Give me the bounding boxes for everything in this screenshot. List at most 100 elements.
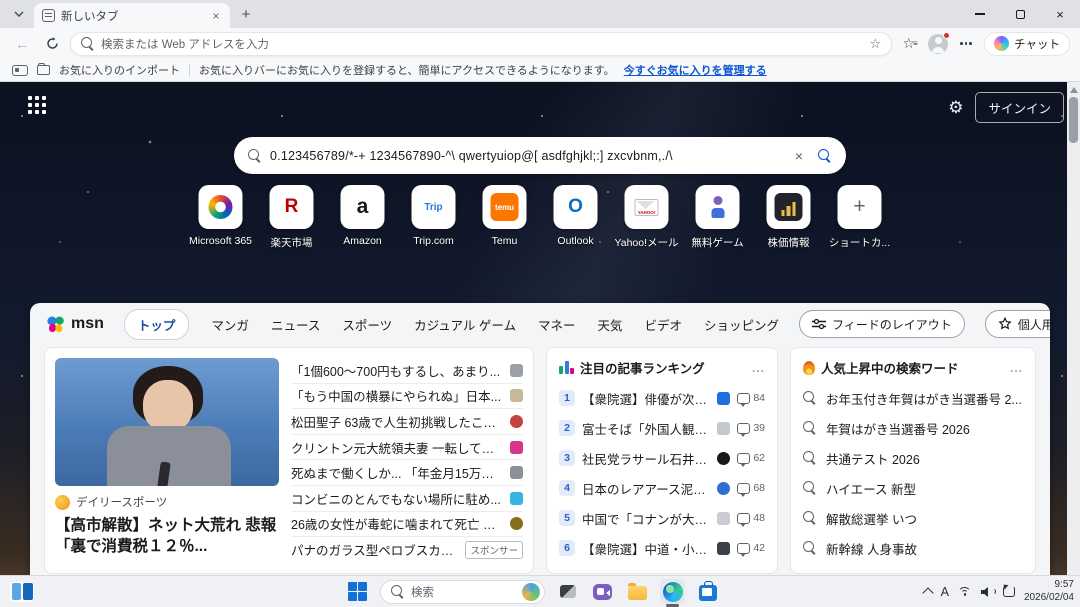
start-button[interactable] bbox=[345, 579, 370, 604]
quick-link-tripcom[interactable]: Trip Trip.com bbox=[401, 185, 467, 250]
search-highlight-icon[interactable] bbox=[522, 583, 540, 601]
manage-favorites-link[interactable]: 今すぐお気に入りを管理する bbox=[624, 62, 767, 78]
chat-button[interactable] bbox=[590, 579, 615, 604]
headline-item[interactable]: 松田聖子 63歳で人生初挑戦したこと ... bbox=[291, 409, 523, 435]
trending-item[interactable]: 共通テスト 2026 bbox=[803, 443, 1023, 473]
minimize-button[interactable] bbox=[960, 0, 1000, 28]
tab-money[interactable]: マネー bbox=[538, 315, 576, 334]
comment-icon bbox=[737, 483, 750, 494]
headline-item[interactable]: 「もう中国の横暴にやられぬ」日本... bbox=[291, 384, 523, 410]
search-submit-icon[interactable] bbox=[818, 149, 832, 163]
ranking-item[interactable]: 4日本のレアアース泥採...68 bbox=[559, 473, 765, 503]
ranking-item[interactable]: 2富士そば「外国人観光...39 bbox=[559, 413, 765, 443]
quick-link-outlook[interactable]: O Outlook bbox=[543, 185, 609, 250]
quick-link-amazon[interactable]: a Amazon bbox=[330, 185, 396, 250]
tab-manga[interactable]: マンガ bbox=[211, 315, 249, 334]
trending-item[interactable]: 新幹線 人身事故 bbox=[803, 533, 1023, 563]
settings-menu-icon[interactable] bbox=[954, 32, 978, 56]
quick-link-add-shortcut[interactable]: + ショートカ... bbox=[827, 185, 893, 250]
feed-columns: デイリースポーツ 【高市解散】ネット大荒れ 悲報「裏で消費税１２％... 「1個… bbox=[30, 345, 1050, 574]
apps-grid-icon[interactable] bbox=[28, 96, 50, 118]
clear-search-icon[interactable]: × bbox=[788, 148, 810, 164]
more-menu-icon[interactable]: ... bbox=[752, 361, 765, 375]
tab-news[interactable]: ニュース bbox=[271, 315, 320, 334]
new-tab-button[interactable]: + bbox=[234, 3, 258, 25]
tab-casual-games[interactable]: カジュアル ゲーム bbox=[414, 315, 516, 334]
source-favicon bbox=[510, 517, 523, 530]
quick-link-temu[interactable]: temu Temu bbox=[472, 185, 538, 250]
notification-dot bbox=[943, 32, 950, 39]
quick-link-stocks[interactable]: 株価情報 bbox=[756, 185, 822, 250]
source-favicon bbox=[510, 415, 523, 428]
volume-icon[interactable] bbox=[981, 587, 994, 597]
page-settings-gear-icon[interactable]: ⚙ bbox=[948, 99, 963, 116]
refresh-button[interactable] bbox=[40, 32, 64, 56]
back-button[interactable]: ← bbox=[10, 32, 34, 56]
headline-item[interactable]: コンビニのとんでもない場所に駐め... bbox=[291, 486, 523, 512]
edge-button-active[interactable] bbox=[660, 579, 685, 604]
bing-search-box[interactable]: 0.123456789/*-+ 1234567890-^\ qwertyuiop… bbox=[234, 137, 846, 174]
copilot-chat-button[interactable]: チャット bbox=[984, 32, 1070, 56]
scrollbar-thumb[interactable] bbox=[1069, 97, 1078, 143]
wifi-icon[interactable] bbox=[958, 587, 972, 597]
file-explorer-button[interactable] bbox=[625, 579, 650, 604]
sign-in-button[interactable]: サインイン bbox=[975, 92, 1064, 123]
quick-link-free-games[interactable]: 無料ゲーム bbox=[685, 185, 751, 250]
tab-search-chevron-icon[interactable] bbox=[6, 3, 32, 25]
source-logo-icon bbox=[55, 495, 70, 510]
scrollbar-up-arrow[interactable] bbox=[1070, 87, 1078, 93]
headline-item[interactable]: 死ぬまで働くしか... 「年金月15万円... bbox=[291, 460, 523, 486]
hidden-icons-chevron[interactable] bbox=[922, 587, 933, 598]
story-headline[interactable]: 【高市解散】ネット大荒れ 悲報「裏で消費税１２％... bbox=[55, 516, 279, 558]
trending-item[interactable]: お年玉付き年賀はがき当選番号 2... bbox=[803, 383, 1023, 413]
search-query-text[interactable]: 0.123456789/*-+ 1234567890-^\ qwertyuiop… bbox=[270, 149, 780, 163]
widgets-button[interactable] bbox=[10, 582, 34, 602]
lead-story[interactable]: デイリースポーツ 【高市解散】ネット大荒れ 悲報「裏で消費税１２％... bbox=[55, 358, 279, 563]
bookmark-star-icon[interactable]: ☆ bbox=[869, 36, 881, 52]
headline-item[interactable]: 「1個600〜700円もするし、あまり... bbox=[291, 358, 523, 384]
browser-tab[interactable]: 新しいタブ × bbox=[34, 3, 230, 28]
tab-shopping[interactable]: ショッピング bbox=[704, 315, 779, 334]
ranking-item[interactable]: 6【衆院選】中道・小沢...42 bbox=[559, 533, 765, 563]
taskbar-clock[interactable]: 9:57 2026/02/04 bbox=[1024, 579, 1074, 604]
store-button[interactable] bbox=[695, 579, 720, 604]
tab-sports[interactable]: スポーツ bbox=[342, 315, 392, 334]
feed-layout-button[interactable]: フィードのレイアウト bbox=[799, 310, 965, 338]
page-scrollbar[interactable] bbox=[1067, 82, 1080, 575]
battery-saver-icon[interactable] bbox=[1003, 586, 1015, 597]
ranking-item[interactable]: 1【衆院選】俳優が次々...84 bbox=[559, 383, 765, 413]
close-button[interactable]: × bbox=[1040, 0, 1080, 28]
more-menu-icon[interactable]: ... bbox=[1010, 361, 1023, 375]
msn-logo[interactable]: msn bbox=[46, 315, 104, 333]
import-favorites-button[interactable]: お気に入りのインポート bbox=[59, 62, 180, 78]
ime-mode-indicator[interactable]: A bbox=[941, 585, 949, 599]
favorites-button[interactable]: ☆≡ bbox=[898, 32, 922, 56]
comment-icon bbox=[737, 453, 750, 464]
profile-avatar[interactable] bbox=[928, 34, 948, 54]
quick-link-microsoft365[interactable]: Microsoft 365 bbox=[188, 185, 254, 250]
taskbar-search-box[interactable]: 検索 bbox=[380, 580, 545, 604]
address-bar[interactable]: 検索または Web アドレスを入力 ☆ bbox=[70, 32, 892, 56]
search-icon bbox=[803, 451, 817, 465]
trending-item[interactable]: 年賀はがき当選番号 2026 bbox=[803, 413, 1023, 443]
headline-item-sponsored[interactable]: パナのガラス型ペロブスカイト...スポンサー bbox=[291, 537, 523, 563]
task-view-button[interactable] bbox=[555, 579, 580, 604]
new-tab-favicon bbox=[42, 9, 55, 22]
trending-item[interactable]: 解散総選挙 いつ bbox=[803, 503, 1023, 533]
ranking-item[interactable]: 5中国で「コナンが大炎...48 bbox=[559, 503, 765, 533]
quick-link-rakuten[interactable]: R 楽天市場 bbox=[259, 185, 325, 250]
tab-top[interactable]: トップ bbox=[124, 309, 190, 340]
maximize-button[interactable] bbox=[1000, 0, 1040, 28]
tab-close-icon[interactable]: × bbox=[208, 8, 224, 24]
source-favicon bbox=[717, 422, 730, 435]
browser-toolbar: ← 検索または Web アドレスを入力 ☆ ☆≡ チャット bbox=[0, 28, 1080, 59]
tab-video[interactable]: ビデオ bbox=[644, 315, 682, 334]
headline-item[interactable]: 26歳の女性が毒蛇に噛まれて死亡 人... bbox=[291, 512, 523, 538]
headline-item[interactable]: クリントン元大統領夫妻 一転して議... bbox=[291, 435, 523, 461]
quick-link-yahoo-mail[interactable]: Yahoo!メール bbox=[614, 185, 680, 250]
ranking-item[interactable]: 3社民党ラサール石井副...62 bbox=[559, 443, 765, 473]
trending-item[interactable]: ハイエース 新型 bbox=[803, 473, 1023, 503]
sidebar-icon[interactable] bbox=[12, 65, 28, 76]
personalize-button[interactable]: 個人用設定 bbox=[985, 310, 1050, 338]
tab-weather[interactable]: 天気 bbox=[597, 315, 622, 334]
